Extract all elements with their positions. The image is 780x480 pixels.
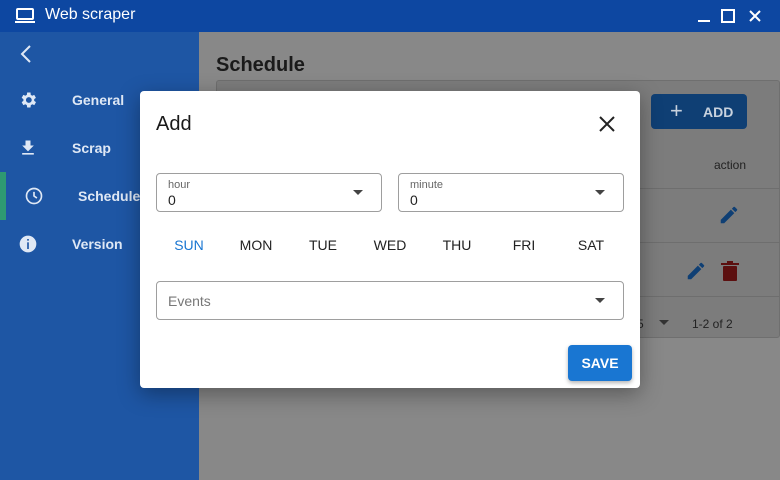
day-sat[interactable]: SAT — [561, 237, 621, 253]
day-selector: SUN MON TUE WED THU FRI SAT — [156, 237, 624, 257]
events-select[interactable]: Events — [156, 281, 624, 320]
add-button-label: ADD — [703, 104, 734, 120]
delete-icon[interactable] — [720, 260, 740, 282]
minute-select[interactable]: minute 0 — [398, 173, 624, 212]
edit-icon[interactable] — [718, 204, 740, 226]
minute-value: 0 — [410, 192, 418, 208]
save-button[interactable]: SAVE — [568, 345, 632, 381]
info-icon — [19, 235, 37, 253]
back-arrow-icon[interactable] — [18, 44, 34, 64]
download-icon — [22, 140, 34, 155]
close-window-icon[interactable] — [747, 8, 763, 24]
minimize-icon[interactable] — [696, 8, 712, 24]
minute-label: minute — [410, 179, 444, 191]
gear-icon — [21, 92, 36, 108]
sidebar-item-label: General — [72, 92, 125, 108]
day-mon[interactable]: MON — [226, 237, 286, 253]
maximize-icon[interactable] — [720, 8, 736, 24]
laptop-icon — [15, 8, 35, 23]
chevron-down-icon — [353, 190, 363, 195]
day-thu[interactable]: THU — [427, 237, 487, 253]
hour-select[interactable]: hour 0 — [156, 173, 382, 212]
add-button[interactable]: + ADD — [651, 94, 747, 129]
day-sun[interactable]: SUN — [159, 237, 219, 253]
active-indicator — [0, 172, 6, 220]
window-title: Web scraper — [45, 6, 136, 23]
plus-icon: + — [670, 98, 683, 123]
day-wed[interactable]: WED — [360, 237, 420, 253]
sidebar-item-label: Scrap — [72, 140, 111, 156]
edit-icon[interactable] — [685, 260, 707, 282]
chevron-down-icon[interactable] — [659, 320, 669, 326]
page-title: Schedule — [216, 54, 305, 76]
hour-label: hour — [168, 179, 191, 191]
day-tue[interactable]: TUE — [293, 237, 353, 253]
pagination-range: 1-2 of 2 — [692, 317, 733, 331]
chevron-down-icon — [595, 190, 605, 195]
day-fri[interactable]: FRI — [494, 237, 554, 253]
dialog-title: Add — [156, 113, 192, 135]
clock-icon — [25, 187, 43, 205]
sidebar-item-label: Version — [72, 236, 123, 252]
add-schedule-dialog: Add hour 0 minute 0 SUN MON TUE WED THU … — [140, 91, 640, 388]
title-bar: Web scraper — [0, 0, 780, 32]
sidebar-item-label: Schedule — [78, 188, 141, 204]
events-placeholder: Events — [168, 293, 211, 309]
chevron-down-icon — [595, 298, 605, 303]
column-header-action: action — [714, 158, 747, 172]
close-icon[interactable] — [598, 115, 616, 133]
hour-value: 0 — [168, 192, 176, 208]
